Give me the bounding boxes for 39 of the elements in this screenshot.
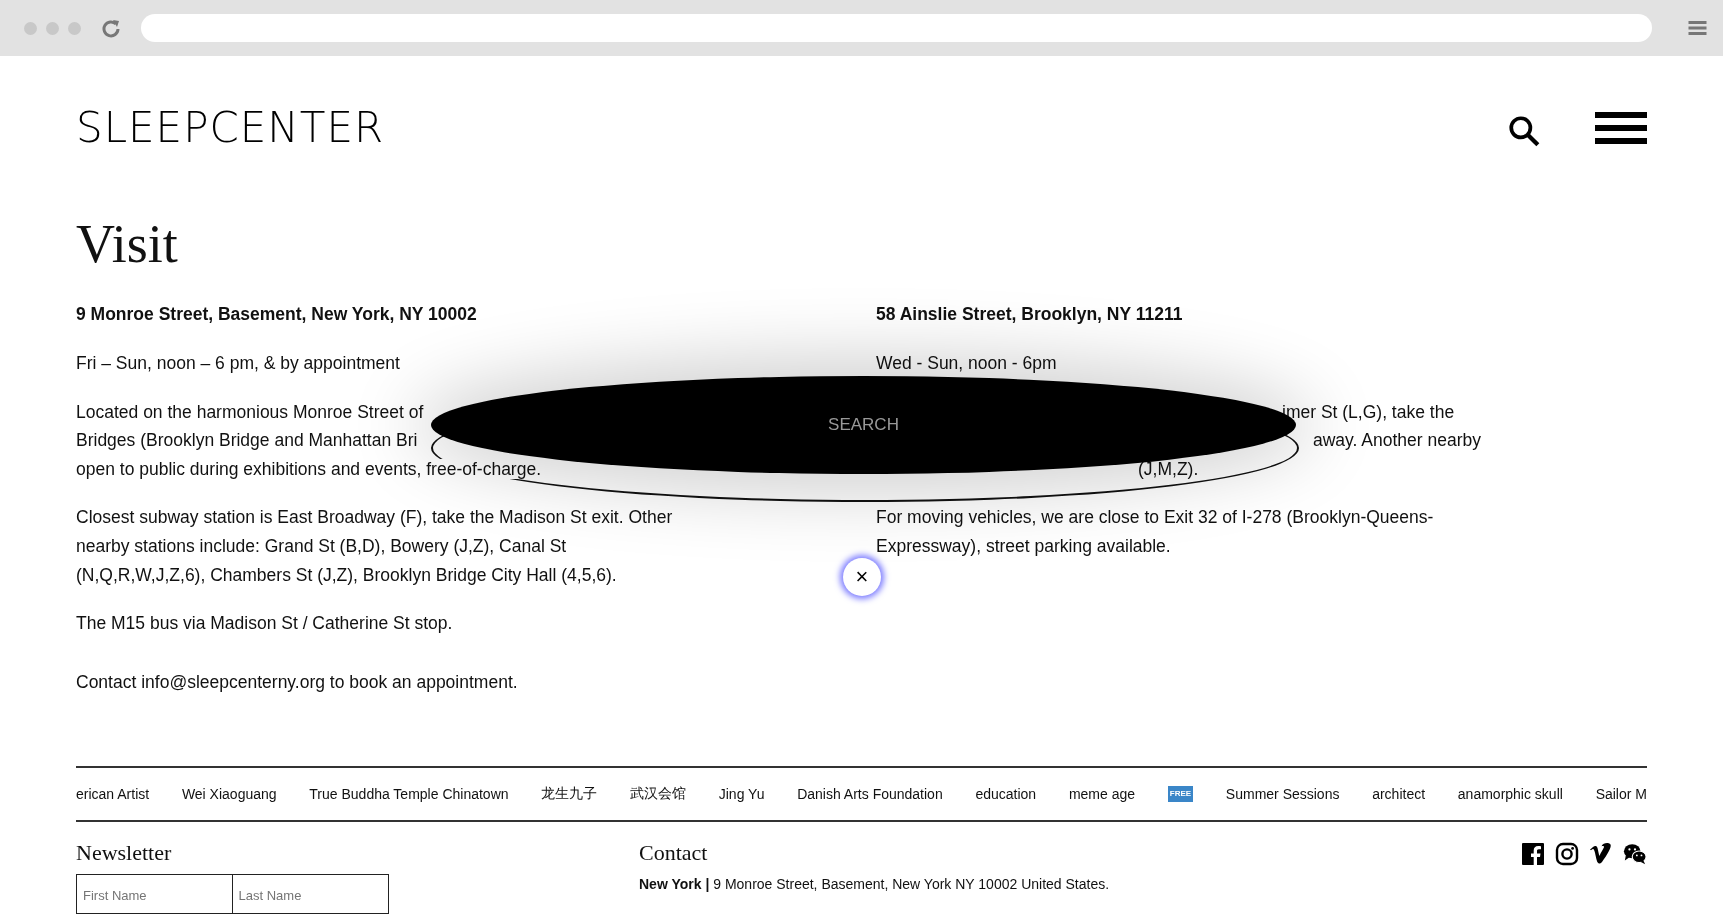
- tag-link[interactable]: education: [975, 786, 1037, 803]
- address-heading: 9 Monroe Street, Basement, New York, NY 10002: [76, 303, 478, 326]
- name-field[interactable]: First Name: [76, 874, 233, 915]
- search-icon[interactable]: [1507, 113, 1541, 148]
- tag-link[interactable]: Summer Sessions: [1225, 786, 1340, 803]
- paragraph: Closest subway station is East Broadway (F), take the Madison St exit. Other nearby stations include: Grand St (B,D), Bowery (J,Z), Canal St (N,Q,R,W,J,Z,6), Chambers St (J,Z), Brooklyn Bridge City Hall (4,5,6).: [76, 506, 674, 587]
- newsletter-heading: Newsletter: [76, 840, 173, 867]
- window-dot-icon[interactable]: [46, 21, 59, 35]
- tag-link[interactable]: Jing Yu: [718, 786, 765, 803]
- window-dot-icon[interactable]: [24, 21, 37, 35]
- address-heading: 58 Ainslie Street, Brooklyn, NY 11211: [876, 303, 1184, 326]
- paragraph: Fri – Sun, noon – 6 pm, & by appointment: [76, 352, 401, 375]
- tag-link[interactable]: 武汉会馆: [630, 785, 686, 804]
- site-logo[interactable]: SLEEPCENTER: [76, 105, 385, 150]
- facebook-icon[interactable]: [1521, 842, 1545, 867]
- close-button[interactable]: ×: [843, 558, 881, 596]
- tag-link[interactable]: Sailor M: [1595, 786, 1647, 803]
- tag-link[interactable]: Wei Xiaoguang: [181, 786, 277, 803]
- tag-link[interactable]: True Buddha Temple Chinatown: [309, 786, 509, 803]
- paragraph: For moving vehicles, we are close to Exit 32 of I-278 (Brooklyn-Queens-Expressway), street parking available.: [876, 506, 1435, 558]
- menu-icon[interactable]: [1595, 111, 1647, 144]
- paragraph: The M15 bus via Madison St / Catherine St stop.: [76, 612, 454, 636]
- tag-link[interactable]: meme age: [1068, 786, 1136, 803]
- window-dot-icon[interactable]: [68, 21, 81, 35]
- name-field[interactable]: Last Name: [231, 874, 389, 915]
- paragraph: Wed - Sun, noon - 6pm: [876, 352, 1058, 375]
- contact-address: New York | 9 Monroe Street, Basement, New York NY 10002 United States.: [639, 875, 1111, 895]
- tag-link[interactable]: erican Artist: [76, 786, 150, 803]
- tag-link[interactable]: architect: [1372, 786, 1426, 803]
- tag-link[interactable]: Danish Arts Foundation: [797, 786, 943, 803]
- wechat-icon[interactable]: [1623, 842, 1647, 867]
- tag-link[interactable]: 龙生九子: [541, 785, 598, 804]
- reload-icon[interactable]: [101, 18, 121, 38]
- instagram-icon[interactable]: [1555, 842, 1579, 867]
- free-badge[interactable]: FREE: [1167, 786, 1194, 803]
- paragraph: Contact info@sleepcenterny.org to book an appointment.: [76, 670, 519, 694]
- contact-heading: Contact: [639, 840, 709, 867]
- tag-link[interactable]: anamorphic skull: [1457, 786, 1563, 803]
- page-title: Visit: [76, 214, 179, 274]
